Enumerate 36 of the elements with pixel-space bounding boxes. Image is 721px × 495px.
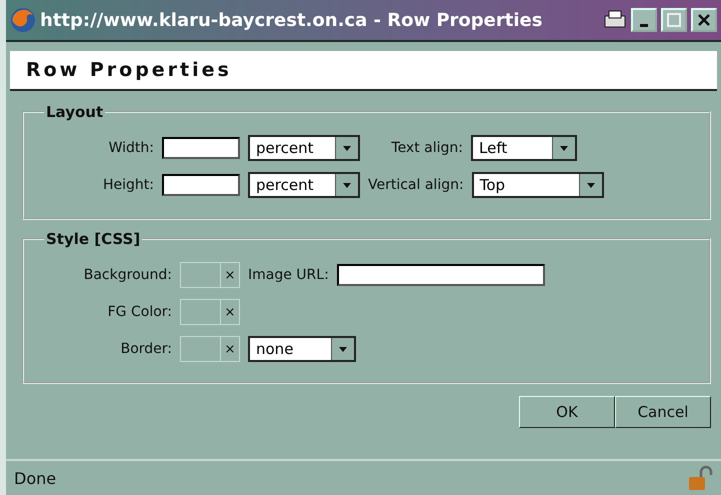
group-legend: Layout — [44, 103, 106, 121]
field-label: Image URL: — [248, 267, 329, 283]
clear-color-button[interactable]: × — [221, 263, 239, 287]
input-field[interactable] — [162, 137, 240, 159]
minimize-icon — [640, 24, 648, 26]
field-label: FG Color: — [106, 304, 172, 320]
input-field[interactable] — [336, 264, 545, 286]
align-select[interactable]: Left — [471, 135, 577, 161]
close-icon — [697, 13, 711, 27]
field-label: Text align: — [390, 140, 463, 156]
unit-select[interactable]: percent — [248, 172, 360, 198]
maximize-icon — [667, 13, 681, 27]
border-select[interactable]: none — [248, 336, 356, 362]
unlocked-padlock-icon — [687, 465, 713, 491]
color-picker[interactable]: × — [180, 262, 240, 288]
window-title: http://www.klaru-baycrest.on.ca - Row Properties — [40, 10, 544, 30]
ok-button[interactable]: OK — [519, 396, 615, 428]
minimize-button[interactable] — [631, 8, 657, 32]
browser-icon — [10, 7, 36, 33]
unit-select[interactable]: percent — [248, 135, 360, 161]
dialog-title: Row Properties — [26, 59, 232, 81]
cancel-button[interactable]: Cancel — [615, 396, 711, 428]
color-picker[interactable]: × — [180, 336, 240, 362]
input-field[interactable] — [162, 174, 240, 196]
clear-color-button[interactable]: × — [221, 337, 239, 361]
clear-color-button[interactable]: × — [221, 300, 239, 324]
close-button[interactable] — [691, 8, 717, 32]
field-label: Border: — [120, 341, 172, 357]
field-label: Height: — [102, 177, 154, 193]
align-select[interactable]: Top — [472, 172, 604, 198]
status-text: Done — [14, 468, 56, 488]
field-label: Background: — [82, 267, 172, 283]
field-label: Vertical align: — [368, 177, 464, 193]
color-picker[interactable]: × — [180, 299, 240, 325]
group-legend: Style [CSS] — [44, 230, 142, 248]
field-label: Width: — [108, 140, 154, 156]
